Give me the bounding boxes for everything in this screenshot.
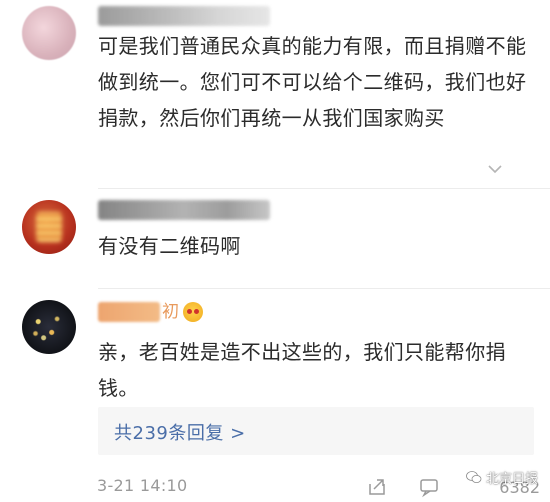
username-suffix: 初	[162, 302, 179, 322]
comment-text: 可是我们普通民众真的能力有限，而且捐赠不能做到统一。您们可不可以给个二维码，我们…	[98, 34, 527, 130]
replies-link[interactable]: 共239条回复 >	[98, 407, 534, 455]
comment-item: 有没有二维码啊	[0, 196, 550, 286]
avatar[interactable]	[22, 200, 76, 254]
watermark-text: 北京日报	[486, 471, 539, 487]
username[interactable]: 初	[98, 300, 203, 324]
timestamp: 3-21 14:10	[97, 476, 188, 495]
username-blurred	[98, 302, 160, 322]
comment-text: 有没有二维码啊	[98, 234, 241, 258]
username-blurred[interactable]	[98, 6, 270, 26]
divider	[98, 188, 550, 189]
replies-label[interactable]: 共239条回复 >	[114, 419, 246, 445]
username-blurred[interactable]	[98, 200, 270, 220]
chevron-down-icon[interactable]	[488, 165, 502, 174]
comment-item: 初 亲，老百姓是造不出这些的，我们只能帮你捐钱。	[0, 300, 550, 410]
comment-text: 亲，老百姓是造不出这些的，我们只能帮你捐钱。	[98, 340, 506, 400]
emoji-icon	[183, 302, 203, 322]
wechat-icon	[466, 469, 482, 485]
avatar[interactable]	[22, 6, 76, 60]
comment-item: 可是我们普通民众真的能力有限，而且捐赠不能做到统一。您们可不可以给个二维码，我们…	[0, 0, 550, 190]
avatar[interactable]	[22, 300, 76, 354]
share-icon[interactable]	[366, 476, 388, 502]
divider	[98, 288, 550, 289]
watermark: 北京日报	[466, 466, 538, 488]
comment-icon[interactable]	[418, 476, 440, 502]
